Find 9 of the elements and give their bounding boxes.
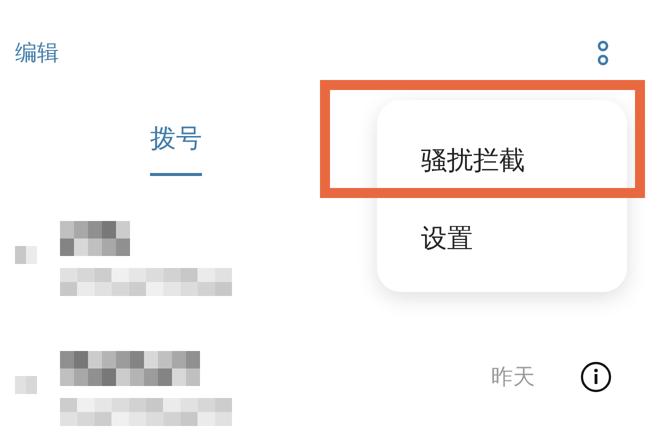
menu-item[interactable]: 设置 — [377, 200, 473, 278]
info-icon[interactable] — [580, 361, 612, 393]
menu-item[interactable]: 骚扰拦截 — [377, 122, 525, 200]
more-options-icon[interactable] — [597, 40, 609, 66]
call-time: 昨天 — [491, 364, 535, 392]
pixelated-avatar — [15, 246, 37, 264]
tab[interactable]: 拨号 — [150, 120, 202, 176]
pixelated-avatar — [15, 376, 37, 394]
edit-button[interactable]: 编辑 — [15, 36, 59, 70]
